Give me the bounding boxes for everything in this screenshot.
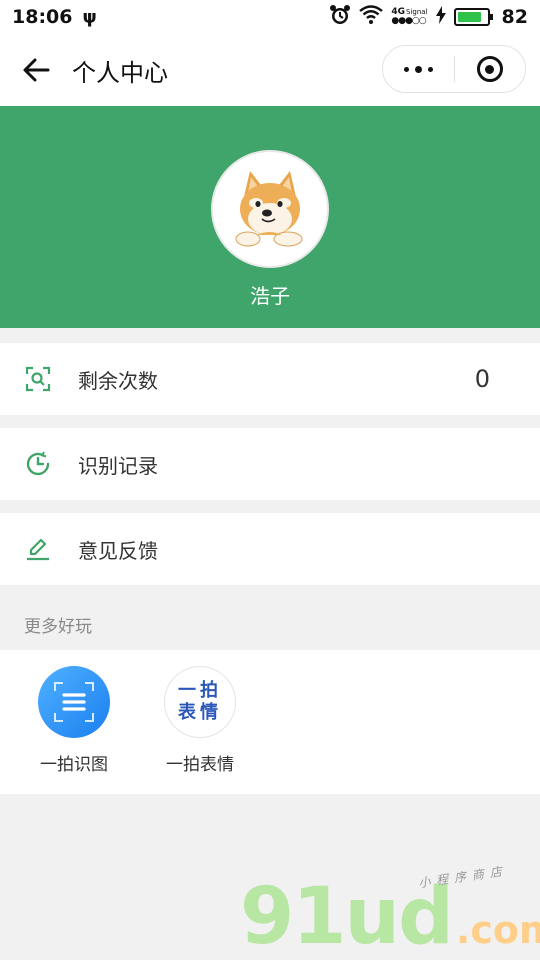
back-arrow-icon bbox=[23, 58, 50, 82]
alarm-icon bbox=[329, 4, 351, 31]
battery-level: 82 bbox=[501, 6, 528, 28]
profile-header: 浩子 bbox=[0, 106, 540, 328]
pencil-feedback-icon bbox=[24, 535, 52, 563]
nav-bar: 个人中心 bbox=[0, 34, 540, 106]
clock-history-icon bbox=[24, 450, 52, 478]
close-target-icon bbox=[476, 56, 503, 82]
menu-row-history[interactable]: 识别记录 bbox=[0, 428, 540, 500]
cell-signal-icon: 4G Signal ●●●○○ bbox=[391, 7, 428, 26]
username: 浩子 bbox=[250, 284, 290, 308]
close-miniprogram-button[interactable] bbox=[455, 46, 526, 92]
snap-emoji-logo: 一拍 表情 bbox=[164, 666, 236, 738]
status-time: 18:06 bbox=[12, 6, 73, 28]
history-label: 识别记录 bbox=[78, 453, 158, 478]
more-dots-icon bbox=[403, 65, 433, 73]
scan-document-icon bbox=[38, 666, 110, 738]
watermark-subtitle: 小程序商店 bbox=[417, 863, 509, 891]
status-bar: 18:06 ψ 4G Signal ●●●○○ 82 bbox=[0, 0, 540, 34]
more-apps-panel: 一拍识图 一拍 表情 一拍表情 bbox=[0, 650, 540, 794]
feedback-label: 意见反馈 bbox=[78, 538, 158, 563]
usb-icon: ψ bbox=[82, 6, 97, 28]
app-snap-emoji-label: 一拍表情 bbox=[166, 755, 234, 775]
miniprogram-capsule bbox=[382, 45, 526, 93]
watermark-com: .com bbox=[455, 908, 540, 952]
page-title: 个人中心 bbox=[72, 58, 168, 87]
more-section-title: 更多好玩 bbox=[24, 617, 92, 637]
battery-icon bbox=[453, 8, 493, 26]
watermark-main: 91ud bbox=[240, 872, 454, 960]
app-scan-image-label: 一拍识图 bbox=[40, 755, 108, 775]
remaining-uses-label: 剩余次数 bbox=[78, 368, 158, 393]
wifi-icon bbox=[359, 4, 384, 30]
watermark: 91ud .com 小程序商店 bbox=[240, 864, 540, 960]
menu-row-feedback[interactable]: 意见反馈 bbox=[0, 513, 540, 585]
remaining-uses-count: 0 bbox=[474, 365, 490, 393]
back-button[interactable] bbox=[6, 34, 66, 106]
menu-row-remaining-uses[interactable]: 剩余次数 0 bbox=[0, 343, 540, 415]
more-menu-button[interactable] bbox=[383, 46, 454, 92]
charging-icon bbox=[435, 5, 446, 29]
avatar[interactable] bbox=[211, 150, 329, 268]
doge-avatar-icon bbox=[235, 171, 303, 247]
scan-search-icon bbox=[24, 365, 52, 393]
app-snap-emoji[interactable]: 一拍 表情 一拍表情 bbox=[150, 666, 250, 775]
app-scan-image[interactable]: 一拍识图 bbox=[24, 666, 124, 775]
